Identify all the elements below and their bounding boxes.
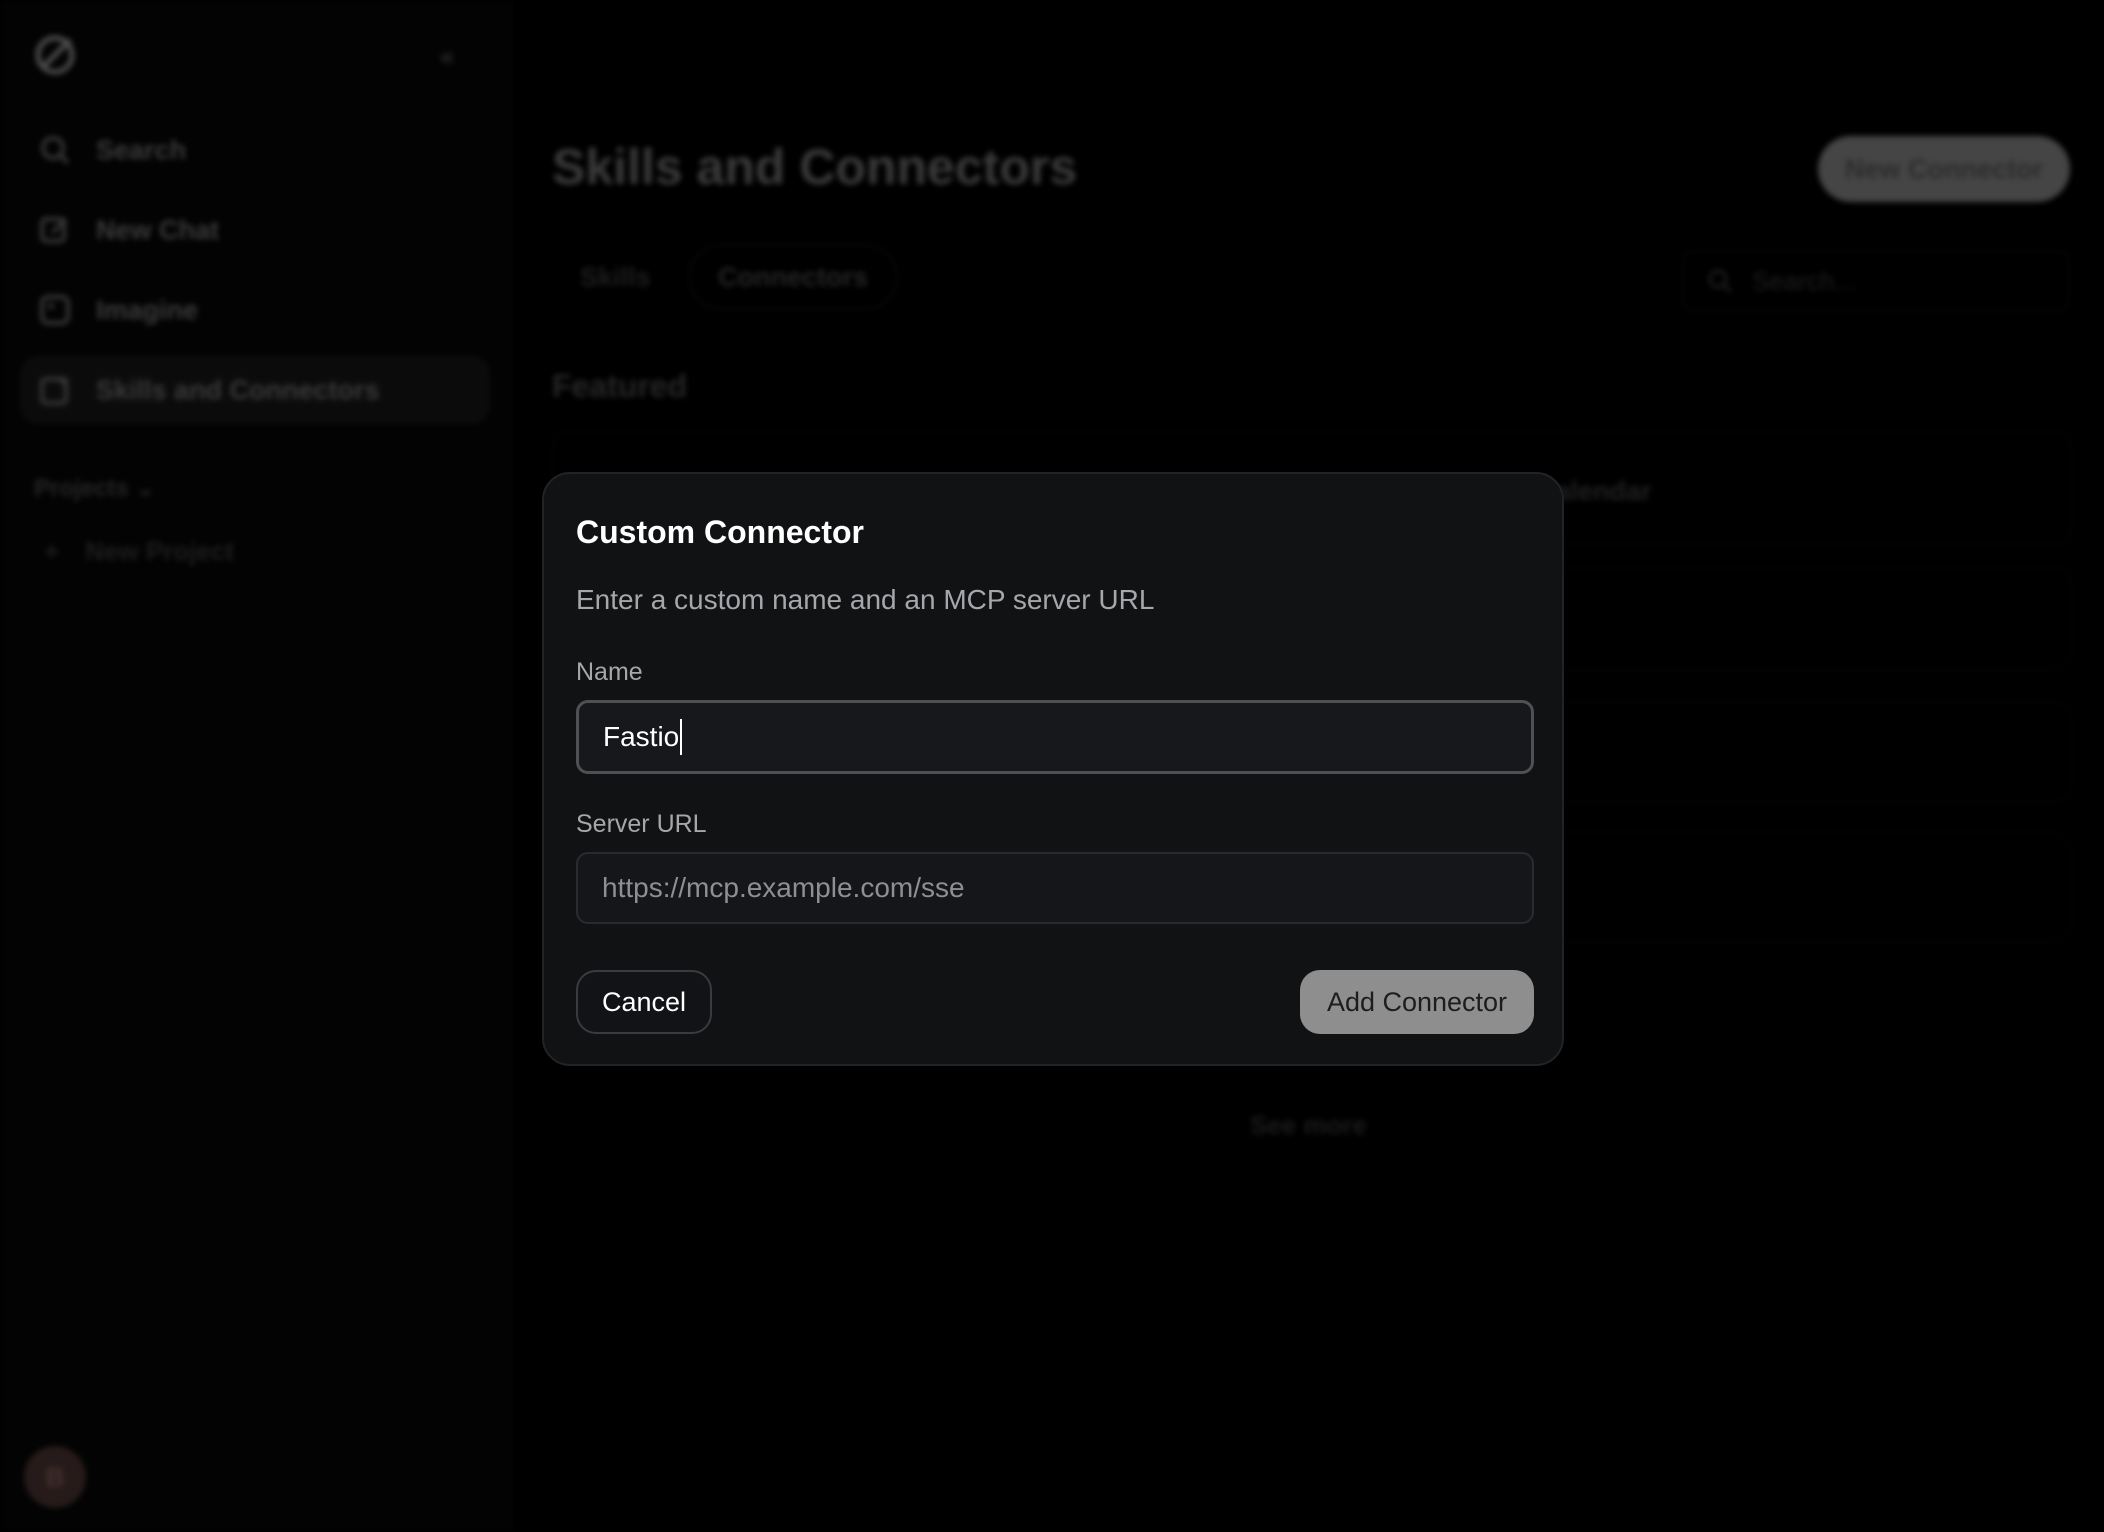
dialog-title: Custom Connector — [576, 514, 864, 550]
text-caret — [680, 719, 683, 755]
server-url-placeholder: https://mcp.example.com/sse — [602, 872, 965, 903]
name-label: Name — [576, 658, 643, 686]
dialog-description: Enter a custom name and an MCP server UR… — [576, 584, 1155, 615]
cancel-button[interactable]: Cancel — [576, 970, 712, 1034]
name-input[interactable]: Fastio — [576, 700, 1534, 774]
add-connector-button[interactable]: Add Connector — [1300, 970, 1534, 1034]
server-url-input[interactable]: https://mcp.example.com/sse — [576, 852, 1534, 924]
custom-connector-dialog: Custom Connector Enter a custom name and… — [542, 472, 1564, 1066]
name-input-value: Fastio — [603, 721, 680, 752]
server-url-label: Server URL — [576, 810, 707, 838]
